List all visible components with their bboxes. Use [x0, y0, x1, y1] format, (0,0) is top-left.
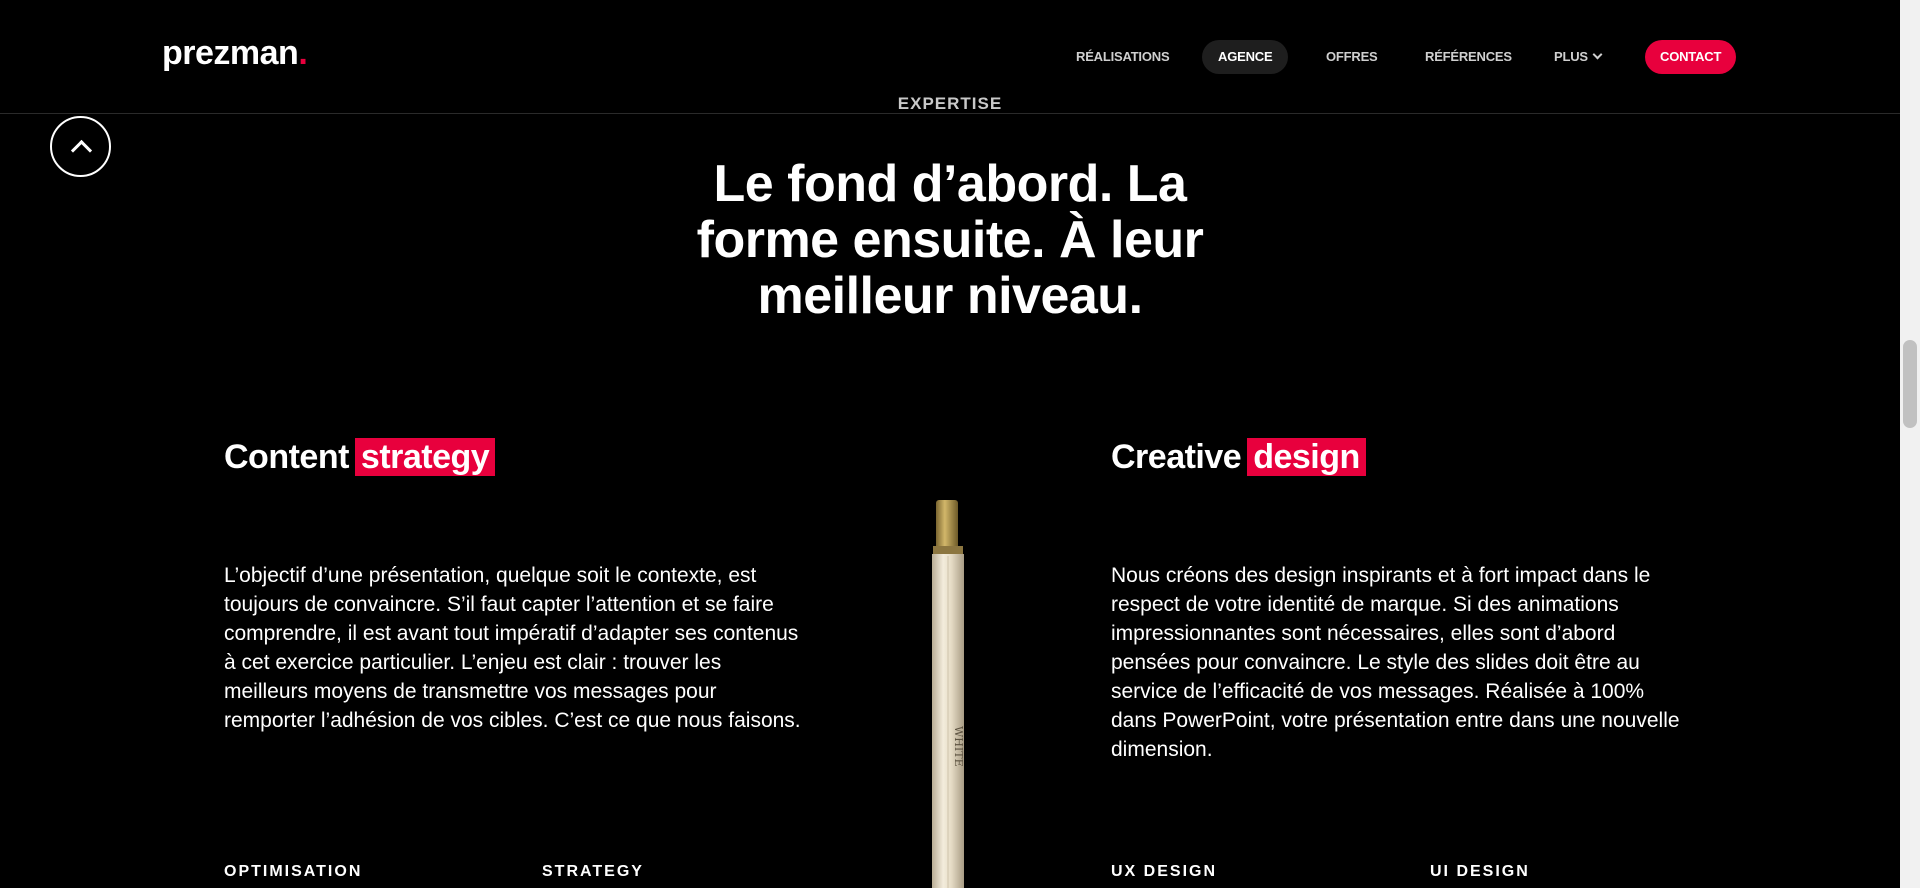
sub-item-optimisation[interactable]: OPTIMISATION [224, 863, 362, 881]
content-strategy-title: Content strategy [224, 438, 496, 477]
title-highlight: strategy [354, 438, 496, 476]
creative-design-text: Nous créons des design inspirants et à f… [1111, 564, 1680, 761]
contact-button[interactable]: CONTACT [1645, 40, 1737, 74]
nav-references[interactable]: RÉFÉRENCES [1425, 40, 1512, 74]
pencil-label: WHITE [952, 726, 965, 767]
sub-item-ui-design[interactable]: UI DESIGN [1430, 863, 1530, 881]
creative-design-title: Creative design [1111, 438, 1366, 477]
nav-agence[interactable]: AGENCE [1202, 40, 1289, 74]
nav-plus-label: PLUS [1554, 49, 1588, 64]
chevron-down-icon [1592, 49, 1603, 60]
page-scrollbar[interactable] [1900, 0, 1920, 888]
headline-line: Le fond d’abord. La [713, 155, 1187, 213]
pencil-image: WHITE [932, 500, 965, 888]
nav-realisations[interactable]: RÉALISATIONS [1076, 40, 1170, 74]
section-headline: Le fond d’abord. La forme ensuite. À leu… [0, 156, 1900, 324]
title-highlight: design [1247, 438, 1366, 476]
scrollbar-thumb[interactable] [1903, 340, 1917, 428]
sub-item-ux-design[interactable]: UX DESIGN [1111, 863, 1217, 881]
nav-offres[interactable]: OFFRES [1326, 40, 1378, 74]
sub-item-strategy[interactable]: STRATEGY [542, 863, 644, 881]
section-eyebrow: EXPERTISE [897, 94, 1003, 113]
headline-line: forme ensuite. À leur [696, 211, 1204, 269]
nav-plus[interactable]: PLUS [1554, 40, 1603, 74]
main-nav: RÉALISATIONS AGENCE OFFRES RÉFÉRENCES PL… [0, 40, 1900, 74]
content-strategy-text: L’objectif d’une présentation, quelque s… [224, 564, 801, 732]
headline-line: meilleur niveau. [757, 267, 1143, 325]
